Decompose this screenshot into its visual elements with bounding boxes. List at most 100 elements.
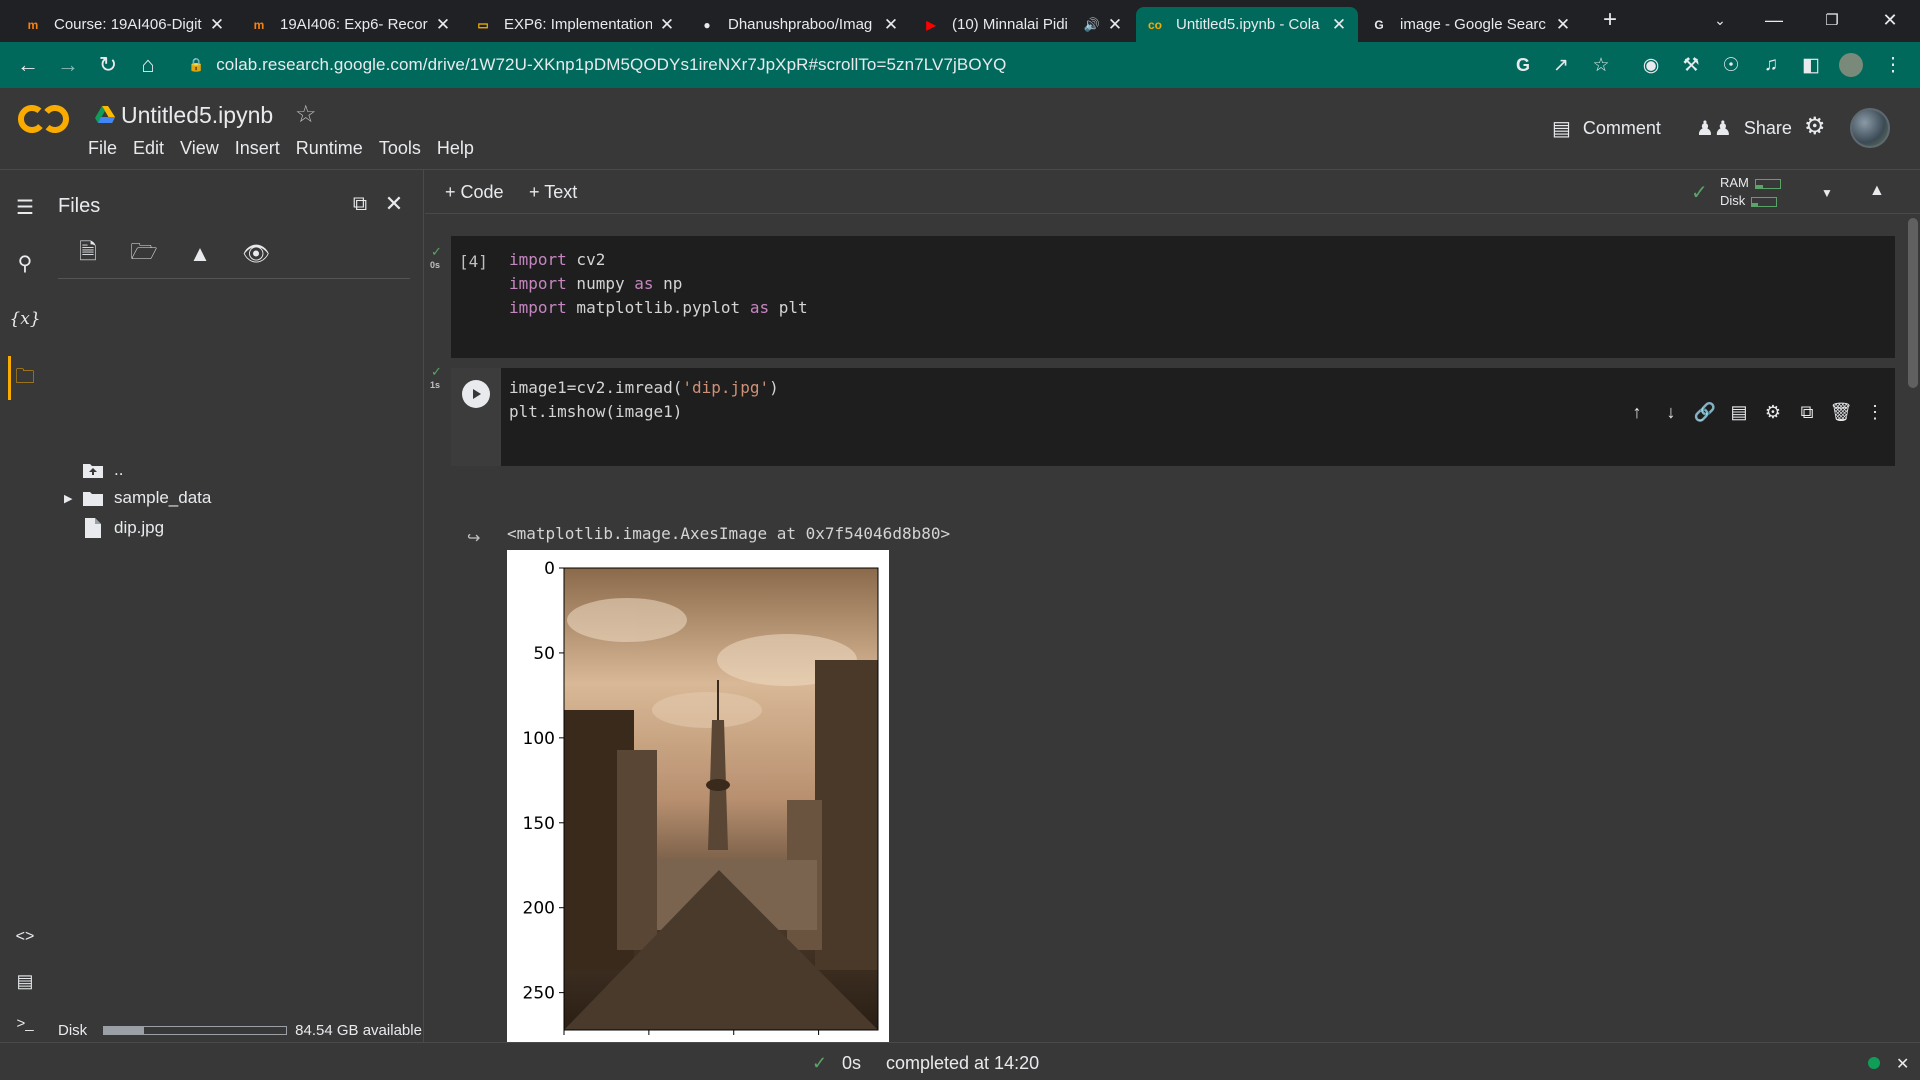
move-up-icon[interactable]: ↑ <box>1620 397 1654 427</box>
folder-up-icon <box>82 460 104 480</box>
close-panel-icon[interactable]: ✕ <box>378 188 410 220</box>
colab-header: Untitled5.ipynb ☆ File Edit View Insert Runt… <box>0 88 1920 170</box>
menu-help[interactable]: Help <box>437 138 474 159</box>
menu-file[interactable]: File <box>88 138 117 159</box>
mirror-cell-icon[interactable]: ⧉ <box>1790 397 1824 427</box>
close-tab-icon[interactable]: ✕ <box>434 15 452 35</box>
cell-settings-icon[interactable]: ⚙ <box>1756 397 1790 427</box>
close-tab-icon[interactable]: ✕ <box>1554 15 1572 35</box>
tab-search-icon[interactable]: ⌄ <box>1700 4 1740 36</box>
add-code-button[interactable]: + Code <box>445 182 504 203</box>
status-message[interactable]: completed at 14:20 <box>886 1053 1039 1074</box>
status-time: 0s <box>842 1053 862 1073</box>
cell-2-time: 1s <box>430 380 441 390</box>
cell-2-code[interactable]: image1=cv2.imread('dip.jpg') plt.imshow(i… <box>509 376 779 424</box>
cell-2-success-icon: ✓ <box>431 364 442 379</box>
close-tab-icon[interactable]: ✕ <box>882 15 900 35</box>
browser-tab-4[interactable]: ● Dhanushpraboo/Imag ✕ <box>688 7 910 42</box>
back-icon[interactable]: ← <box>12 49 44 81</box>
address-bar[interactable]: 🔒 colab.research.google.com/drive/1W72U-… <box>172 48 1522 82</box>
terminal-icon[interactable]: >_ <box>10 1008 40 1038</box>
extension-icon-1[interactable]: ◉ <box>1636 50 1666 80</box>
comment-button[interactable]: ▤ Comment <box>1552 116 1661 141</box>
runtime-connected-dot[interactable] <box>1868 1057 1880 1069</box>
notebook-scrollbar[interactable] <box>1906 214 1920 1042</box>
browser-tab-strip: m Course: 19AI406-Digit ✕ m 19AI406: Exp6- R… <box>0 0 1920 42</box>
google-icon: G <box>1374 17 1384 32</box>
user-avatar[interactable] <box>1850 108 1890 148</box>
scrollbar-thumb[interactable] <box>1908 218 1918 388</box>
minimize-icon[interactable]: — <box>1754 4 1794 36</box>
profile-avatar[interactable] <box>1836 50 1866 80</box>
reload-icon[interactable]: ↻ <box>92 49 124 81</box>
google-lens-icon[interactable]: G <box>1508 50 1538 80</box>
browser-tab-2[interactable]: m 19AI406: Exp6- Recor ✕ <box>240 7 462 42</box>
menu-view[interactable]: View <box>180 138 219 159</box>
hide-files-icon[interactable]: 👁 <box>240 238 272 270</box>
menu-insert[interactable]: Insert <box>235 138 280 159</box>
search-icon[interactable]: ⚲ <box>10 248 40 278</box>
expand-caret-icon[interactable]: ▶ <box>64 492 82 505</box>
table-of-contents-icon[interactable]: ☰ <box>10 192 40 222</box>
menu-edit[interactable]: Edit <box>133 138 164 159</box>
refresh-folder-icon[interactable]: 🗁 <box>128 238 160 270</box>
output-actions-icon[interactable]: ↪ <box>467 528 480 548</box>
link-icon[interactable]: 🔗 <box>1688 397 1722 427</box>
restore-icon[interactable]: ❐ <box>1812 4 1852 36</box>
home-icon[interactable]: ⌂ <box>132 49 164 81</box>
add-text-button[interactable]: + Text <box>529 182 577 203</box>
open-in-tab-icon[interactable]: ⧉ <box>344 188 376 220</box>
code-cell-1[interactable]: [4] import cv2 import numpy as np import m… <box>451 236 1895 358</box>
share-button[interactable]: ♟♟ Share <box>1696 116 1792 141</box>
close-tab-icon[interactable]: ✕ <box>208 15 226 35</box>
share-page-icon[interactable]: ↗ <box>1546 50 1576 80</box>
file-tree-item[interactable]: .. <box>64 460 123 480</box>
extension-icon-2[interactable]: ☉ <box>1716 50 1746 80</box>
browser-tab-3[interactable]: ▭ EXP6: Implementation ✕ <box>464 7 686 42</box>
code-snippets-icon[interactable]: <> <box>10 922 40 952</box>
browser-tab-7[interactable]: Gimage - Google Searc ✕ <box>1360 7 1582 42</box>
more-options-icon[interactable]: ⋮ <box>1858 397 1892 427</box>
upload-file-icon[interactable]: 🗎 <box>72 238 104 270</box>
variables-icon[interactable]: {x} <box>9 304 40 334</box>
command-palette-icon[interactable]: ▤ <box>10 966 40 996</box>
close-tab-icon[interactable]: ✕ <box>1330 15 1348 35</box>
close-tab-icon[interactable]: ✕ <box>658 15 676 35</box>
moodle-icon: m <box>27 17 39 32</box>
browser-menu-icon[interactable]: ⋮ <box>1878 50 1908 80</box>
code-token: np <box>653 274 683 293</box>
run-cell-button[interactable] <box>462 380 490 408</box>
file-tree-item[interactable]: ▶ sample_data <box>64 488 211 508</box>
extensions-puzzle-icon[interactable]: ⚒ <box>1676 50 1706 80</box>
browser-tab-5[interactable]: ▶ (10) Minnalai Pidi 🔊 ✕ <box>912 7 1134 42</box>
runtime-dropdown-icon[interactable]: ▼ <box>1821 186 1833 200</box>
code-token: as <box>749 298 770 317</box>
files-folder-icon[interactable]: 🗀 <box>10 364 40 394</box>
settings-gear-icon[interactable]: ⚙ <box>1804 112 1826 141</box>
browser-tab-1[interactable]: m Course: 19AI406-Digit ✕ <box>14 7 236 42</box>
cell-toolbar: ↑ ↓ 🔗 ▤ ⚙ ⧉ 🗑 ⋮ <box>1620 397 1892 427</box>
star-notebook-icon[interactable]: ☆ <box>295 100 317 129</box>
cell-1-code[interactable]: import cv2 import numpy as np import matpl… <box>509 248 808 320</box>
resource-monitor[interactable]: RAM Disk <box>1720 174 1781 210</box>
new-tab-button[interactable]: + <box>1590 4 1630 36</box>
side-panel-icon[interactable]: ◧ <box>1796 50 1826 80</box>
close-window-icon[interactable]: ✕ <box>1870 4 1910 36</box>
close-status-icon[interactable]: ✕ <box>1896 1054 1909 1074</box>
tab-audio-icon[interactable]: 🔊 <box>1084 17 1100 33</box>
github-icon: ● <box>703 17 711 32</box>
forward-icon[interactable]: → <box>52 49 84 81</box>
mount-drive-icon[interactable]: ▲ <box>184 238 216 270</box>
move-down-icon[interactable]: ↓ <box>1654 397 1688 427</box>
browser-tab-6[interactable]: co Untitled5.ipynb - Cola ✕ <box>1136 7 1358 42</box>
menu-tools[interactable]: Tools <box>379 138 421 159</box>
media-controls-icon[interactable]: ♫ <box>1756 50 1786 80</box>
bookmark-star-icon[interactable]: ☆ <box>1586 50 1616 80</box>
comment-cell-icon[interactable]: ▤ <box>1722 397 1756 427</box>
menu-runtime[interactable]: Runtime <box>296 138 363 159</box>
notebook-title[interactable]: Untitled5.ipynb <box>121 102 273 129</box>
close-tab-icon[interactable]: ✕ <box>1106 15 1124 35</box>
delete-cell-icon[interactable]: 🗑 <box>1824 397 1858 427</box>
collapse-header-icon[interactable]: ▲ <box>1869 182 1885 200</box>
file-tree-item[interactable]: dip.jpg <box>64 518 164 538</box>
